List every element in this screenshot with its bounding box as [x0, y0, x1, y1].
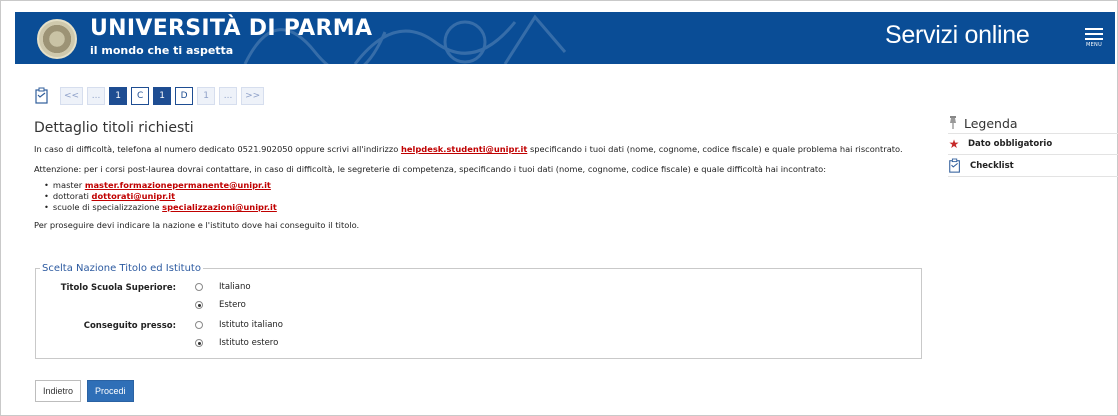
list-item: scuole di specializzazione specializzazi…	[44, 202, 924, 213]
menu-button[interactable]: MENU	[1080, 24, 1108, 54]
contact-label: scuole di specializzazione	[52, 202, 160, 212]
back-button[interactable]: Indietro	[35, 380, 82, 402]
master-email-link[interactable]: master.formazionepermanente@unipr.it	[85, 180, 271, 190]
step-first[interactable]: <<	[60, 87, 84, 105]
step-last[interactable]: >>	[241, 87, 265, 105]
radio-estero-label: Estero	[219, 300, 246, 310]
radio-italiano[interactable]: Italiano	[195, 282, 251, 292]
list-item: dottorati dottorati@unipr.it	[44, 191, 924, 202]
menu-label: MENU	[1085, 42, 1103, 48]
pin-icon	[950, 116, 956, 129]
header-decoration	[243, 14, 567, 64]
legend-required-label: Dato obbligatorio	[968, 139, 1053, 149]
specializzazioni-email-link[interactable]: specializzazioni@unipr.it	[162, 202, 277, 212]
dottorati-email-link[interactable]: dottorati@unipr.it	[92, 191, 176, 201]
radio-istituto-estero-control[interactable]	[195, 339, 203, 347]
contacts-list: master master.formazionepermanente@unipr…	[34, 180, 924, 213]
step-1-next[interactable]: 1	[197, 87, 216, 105]
instruction-text: Per proseguire devi indicare la nazione …	[34, 220, 360, 230]
site-header: UNIVERSITÀ DI PARMA il mondo che ti aspe…	[15, 12, 1115, 64]
step-1[interactable]: 1	[109, 87, 128, 105]
radio-italiano-control[interactable]	[195, 283, 203, 291]
radio-italiano-label: Italiano	[219, 282, 251, 292]
radio-istituto-estero-label: Istituto estero	[219, 338, 279, 348]
radio-istituto-estero[interactable]: Istituto estero	[195, 338, 278, 348]
contact-label: master	[52, 180, 83, 190]
legend-row-required: ★ Dato obbligatorio	[948, 133, 1118, 155]
attention-text: Attenzione: per i corsi post-laurea dovr…	[34, 164, 827, 174]
hamburger-icon-bar	[1085, 33, 1103, 35]
radio-istituto-italiano-control[interactable]	[195, 321, 203, 329]
help-text: In caso di difficoltà, telefona al numer…	[34, 143, 924, 156]
hamburger-icon	[1085, 28, 1103, 30]
step-c[interactable]: C	[131, 87, 150, 105]
legend-checklist-label: Checklist	[970, 160, 1014, 171]
radio-estero-control[interactable]	[195, 301, 203, 309]
legend-panel: Legenda ★ Dato obbligatorio Checklist	[948, 113, 1118, 177]
legend-row-checklist: Checklist	[948, 155, 1118, 177]
hamburger-icon-bar	[1085, 38, 1103, 40]
radio-istituto-italiano-label: Istituto italiano	[219, 320, 284, 330]
brand-tagline: il mondo che ti aspetta	[90, 44, 234, 57]
university-seal-logo[interactable]	[37, 19, 77, 59]
nation-institute-fieldset: Scelta Nazione Titolo ed Istituto	[35, 263, 922, 359]
step-ellipsis-next[interactable]: ...	[219, 87, 238, 105]
next-button[interactable]: Procedi	[87, 380, 134, 402]
fieldset-legend: Scelta Nazione Titolo ed Istituto	[42, 263, 201, 274]
asterisk-icon: ★	[948, 137, 960, 151]
checklist-icon[interactable]	[948, 158, 962, 174]
legend-title: Legenda	[948, 113, 1118, 133]
list-item: master master.formazionepermanente@unipr…	[44, 180, 924, 191]
main-content: Dettaglio titoli richiesti In caso di di…	[34, 120, 924, 232]
help-prefix: In caso di difficoltà, telefona al numer…	[34, 144, 401, 154]
help-suffix: specificando i tuoi dati (nome, cognome,…	[527, 144, 903, 154]
contact-label: dottorati	[52, 191, 89, 201]
step-navigation: << ... 1 C 1 D 1 ... >>	[34, 85, 265, 107]
step-1-current[interactable]: 1	[153, 87, 172, 105]
radio-estero[interactable]: Estero	[195, 300, 246, 310]
step-d[interactable]: D	[175, 87, 194, 105]
conseguito-label: Conseguito presso:	[83, 321, 176, 331]
legend-title-text: Legenda	[964, 115, 1018, 131]
page-title: Dettaglio titoli richiesti	[34, 120, 194, 136]
checklist-icon[interactable]	[34, 87, 50, 105]
helpdesk-email-link[interactable]: helpdesk.studenti@unipr.it	[401, 144, 527, 154]
radio-istituto-italiano[interactable]: Istituto italiano	[195, 320, 283, 330]
step-ellipsis[interactable]: ...	[87, 87, 106, 105]
service-title: Servizi online	[885, 21, 1030, 49]
titolo-label: Titolo Scuola Superiore:	[60, 283, 176, 293]
